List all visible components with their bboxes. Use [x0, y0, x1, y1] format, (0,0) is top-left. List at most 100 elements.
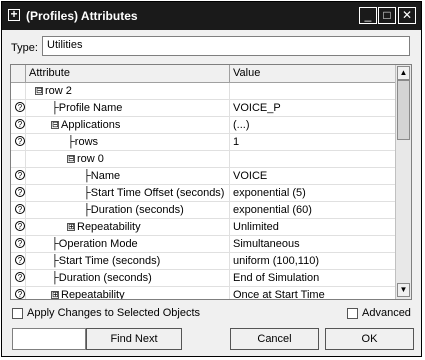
collapse-icon[interactable]: ⊟ [51, 121, 59, 130]
attributes-dialog: + (Profiles) Attributes _ □ ✕ Type: Util… [1, 1, 422, 357]
close-button[interactable]: ✕ [398, 7, 416, 24]
column-divider [229, 100, 230, 117]
table-row[interactable]: ? ⊟ Applications (...) [11, 117, 395, 134]
expand-icon[interactable]: ⊞ [67, 223, 75, 232]
attribute-cell: ⊞ Repeatability [51, 289, 125, 299]
row-left-divider [25, 151, 26, 168]
type-field[interactable]: Utilities [42, 36, 410, 56]
value-cell[interactable]: Once at Start Time [233, 289, 325, 299]
column-divider [229, 151, 230, 168]
value-cell[interactable]: 1 [233, 136, 239, 148]
help-icon[interactable]: ? [15, 102, 25, 112]
table-row[interactable]: ⊟ row 2 [11, 83, 395, 100]
tree-branch-icon: ├ [51, 255, 59, 267]
attributes-grid: Attribute Value ⊟ row 2? ├Profile Name VOIC… [10, 64, 412, 300]
expand-icon[interactable]: ⊞ [51, 291, 59, 299]
table-row[interactable]: ? ├Start Time (seconds) uniform (100,110) [11, 253, 395, 270]
tree-branch-icon: ├ [67, 136, 75, 148]
maximize-icon: □ [383, 8, 391, 22]
attribute-label: row 0 [77, 153, 104, 165]
table-row[interactable]: ? ├Start Time Offset (seconds) exponential… [11, 185, 395, 202]
checkbox-box[interactable] [12, 307, 23, 319]
ok-button[interactable]: OK [325, 328, 414, 350]
value-cell[interactable]: exponential (60) [233, 204, 312, 216]
help-icon[interactable]: ? [15, 119, 25, 129]
attribute-label: Applications [61, 119, 121, 131]
cancel-button[interactable]: Cancel [230, 328, 319, 350]
attribute-cell: ├Profile Name [51, 102, 122, 114]
value-cell[interactable]: End of Simulation [233, 272, 319, 284]
window-title: (Profiles) Attributes [26, 9, 138, 23]
table-row[interactable]: ? ├Duration (seconds) exponential (60) [11, 202, 395, 219]
vertical-scrollbar[interactable]: ▲ ▼ [395, 65, 411, 299]
value-cell[interactable]: VOICE_P [233, 102, 281, 114]
help-icon[interactable]: ? [15, 136, 25, 146]
plus-box-icon: + [8, 8, 20, 21]
help-icon[interactable]: ? [15, 170, 25, 180]
find-next-button[interactable]: Find Next [86, 328, 182, 350]
header-attribute[interactable]: Attribute [29, 67, 70, 79]
close-icon: ✕ [401, 8, 413, 22]
row-left-divider [25, 100, 26, 117]
apply-changes-label: Apply Changes to Selected Objects [27, 307, 201, 319]
minimize-icon: _ [364, 8, 372, 22]
attribute-label: Name [90, 170, 121, 182]
tree-branch-icon: ├ [83, 170, 91, 182]
apply-changes-checkbox[interactable]: Apply Changes to Selected Objects [12, 307, 200, 319]
scroll-down-arrow-icon[interactable]: ▼ [397, 283, 410, 297]
value-cell[interactable]: exponential (5) [233, 187, 306, 199]
column-divider [229, 134, 230, 151]
help-icon[interactable]: ? [15, 272, 25, 282]
find-input[interactable] [12, 328, 86, 350]
value-cell[interactable]: Simultaneous [233, 238, 300, 250]
row-left-divider [25, 202, 26, 219]
help-icon[interactable]: ? [15, 238, 25, 248]
header-divider[interactable] [229, 65, 230, 83]
help-icon[interactable]: ? [15, 221, 25, 231]
row-left-divider [25, 134, 26, 151]
table-row[interactable]: ? ⊞ Repeatability Once at Start Time [11, 287, 395, 299]
attribute-cell: ⊟ Applications [51, 119, 120, 131]
tree-branch-icon: ├ [51, 272, 59, 284]
minimize-button[interactable]: _ [359, 7, 377, 24]
advanced-checkbox[interactable]: Advanced [347, 307, 411, 319]
table-row[interactable]: ? ├rows 1 [11, 134, 395, 151]
attribute-cell: ⊟ row 0 [67, 153, 104, 165]
collapse-icon[interactable]: ⊟ [35, 87, 43, 96]
row-left-divider [25, 236, 26, 253]
column-divider [229, 168, 230, 185]
maximize-button[interactable]: □ [378, 7, 396, 24]
value-cell[interactable]: uniform (100,110) [233, 255, 319, 267]
table-row[interactable]: ? ├Duration (seconds) End of Simulation [11, 270, 395, 287]
help-icon[interactable]: ? [15, 187, 25, 197]
row-left-divider [25, 253, 26, 270]
column-divider [229, 219, 230, 236]
value-cell[interactable]: VOICE [233, 170, 267, 182]
attribute-cell: ├Start Time (seconds) [51, 255, 160, 267]
value-cell[interactable]: (...) [233, 119, 250, 131]
header-value[interactable]: Value [233, 67, 260, 79]
attribute-cell: ├rows [67, 136, 98, 148]
table-row[interactable]: ? ⊞ Repeatability Unlimited [11, 219, 395, 236]
table-row[interactable]: ? ├Profile Name VOICE_P [11, 100, 395, 117]
table-row[interactable]: ? ├Name VOICE [11, 168, 395, 185]
attribute-label: Duration (seconds) [90, 204, 184, 216]
attribute-label: Repeatability [77, 221, 141, 233]
attribute-label: Profile Name [58, 102, 123, 114]
help-icon[interactable]: ? [15, 255, 25, 265]
scroll-thumb[interactable] [397, 80, 410, 140]
help-icon[interactable]: ? [15, 289, 25, 299]
help-icon[interactable]: ? [15, 204, 25, 214]
value-cell[interactable]: Unlimited [233, 221, 279, 233]
checkbox-box[interactable] [347, 307, 358, 319]
attribute-cell: ├Name [83, 170, 120, 182]
row-left-divider [25, 168, 26, 185]
title-bar[interactable]: + (Profiles) Attributes _ □ ✕ [2, 2, 421, 30]
table-row[interactable]: ⊟ row 0 [11, 151, 395, 168]
header-divider [25, 65, 26, 83]
table-row[interactable]: ? ├Operation Mode Simultaneous [11, 236, 395, 253]
attribute-label: rows [74, 136, 99, 148]
attribute-label: Start Time (seconds) [58, 255, 161, 267]
collapse-icon[interactable]: ⊟ [67, 155, 75, 164]
scroll-up-arrow-icon[interactable]: ▲ [397, 66, 410, 80]
